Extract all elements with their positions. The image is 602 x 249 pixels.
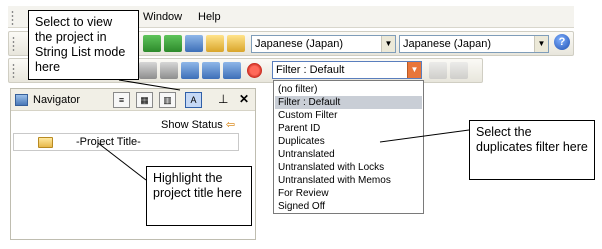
filter-option-default[interactable]: Filter : Default [275,96,422,109]
grid-view-icon[interactable]: ▦ [136,92,153,108]
toolbar-grip[interactable] [12,63,15,79]
target-language-value: Japanese (Japan) [403,38,492,50]
source-language-select[interactable]: Japanese (Japan) ▼ [251,35,396,53]
callout-string-list-mode: Select to view the project in String Lis… [28,10,139,80]
open-folder-icon[interactable] [206,35,224,52]
navigator-icon [15,94,28,106]
chevron-down-icon[interactable]: ▼ [534,36,548,52]
split-view-icon[interactable]: ▥ [159,92,176,108]
properties-icon[interactable] [185,35,203,52]
jump-icon[interactable] [223,62,241,79]
source-language-value: Japanese (Japan) [255,38,344,50]
project-title[interactable]: -Project Title- [76,136,141,148]
previous-string-icon[interactable] [181,62,199,79]
screenshot-canvas: Window Help Japanese (Japan) ▼ Japanese … [0,0,602,249]
toolbar-grip[interactable] [12,36,15,52]
show-status-label: Show Status [161,119,223,131]
filter-select-value: Filter : Default [276,64,345,76]
stop-icon[interactable] [247,63,262,78]
filter-option-no-filter[interactable]: (no filter) [275,83,422,96]
filter-option-untranslated[interactable]: Untranslated [275,148,422,161]
tree-view-icon[interactable]: ≡ [113,92,130,108]
status-arrow-icon[interactable]: ⇦ [226,119,235,131]
menubar-grip[interactable] [11,10,14,26]
close-icon[interactable]: ✕ [239,92,249,106]
help-icon[interactable]: ? [554,34,570,50]
show-status-toggle[interactable]: Show Status ⇦ [161,118,235,131]
filter-option-custom[interactable]: Custom Filter [275,109,422,122]
filter-option-duplicates[interactable]: Duplicates [275,135,422,148]
next-string-icon[interactable] [202,62,220,79]
menu-window[interactable]: Window [143,11,182,23]
navigator-header: Navigator ≡ ▦ ▥ A ⊥ ✕ [11,89,255,111]
string-list-mode-icon[interactable]: A [185,92,202,108]
callout-highlight-title: Highlight the project title here [146,166,252,226]
chevron-down-icon[interactable]: ▼ [381,36,395,52]
chevron-down-icon[interactable]: ▼ [407,62,421,78]
project-tree-row[interactable]: -Project Title- [13,133,239,151]
filter-option-untranslated-locks[interactable]: Untranslated with Locks [275,161,422,174]
save-icon[interactable] [227,35,245,52]
callout-duplicates-filter: Select the duplicates filter here [469,120,595,180]
filter-apply-icon[interactable] [429,62,447,79]
back-icon[interactable] [143,35,161,52]
menu-help[interactable]: Help [198,11,221,23]
filter-clear-icon[interactable] [450,62,468,79]
find-icon[interactable] [139,62,157,79]
folder-icon [38,137,53,148]
filter-option-for-review[interactable]: For Review [275,187,422,200]
target-language-select[interactable]: Japanese (Japan) ▼ [399,35,549,53]
filter-option-untranslated-memos[interactable]: Untranslated with Memos [275,174,422,187]
filter-option-signed-off[interactable]: Signed Off [275,200,422,213]
filter-dropdown-list: (no filter) Filter : Default Custom Filt… [273,80,424,214]
pin-icon[interactable]: ⊥ [218,92,228,106]
filter-option-parent-id[interactable]: Parent ID [275,122,422,135]
forward-icon[interactable] [164,35,182,52]
search-icon[interactable] [160,62,178,79]
navigator-title: Navigator [33,94,81,106]
filter-select[interactable]: Filter : Default ▼ [272,61,422,79]
